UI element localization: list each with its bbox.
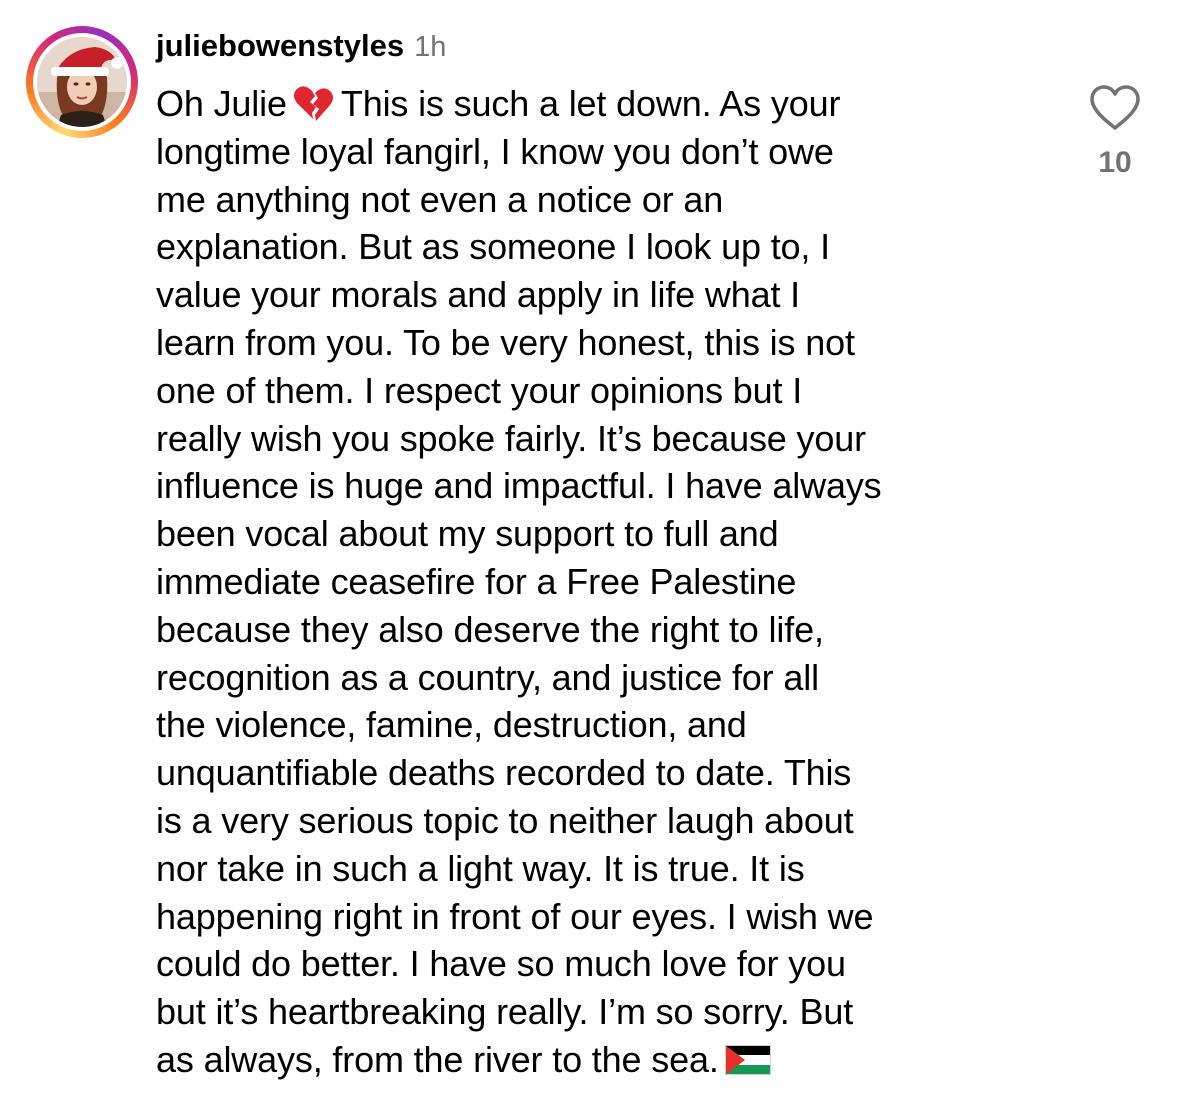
palestine-flag-emoji (724, 1039, 771, 1087)
comment-line: influence is huge and impactful. I have … (156, 465, 882, 507)
comment-line: but it’s heartbreaking really. I’m so so… (156, 991, 854, 1033)
comment: juliebowenstyles 1h Oh Julie This is such… (0, 0, 1200, 1110)
comment-header: juliebowenstyles 1h (156, 28, 446, 70)
heart-outline-icon[interactable] (1088, 84, 1142, 132)
comment-line: could do better. I have so much love for… (156, 943, 846, 985)
comment-line: longtime loyal fangirl, I know you don’t… (156, 130, 834, 172)
comment-line: Oh Julie This is such a let down. As your (156, 80, 1046, 128)
comment-line: really wish you spoke fairly. It’s becau… (156, 417, 866, 459)
comment-line: immediate ceasefire for a Free Palestine (156, 560, 797, 602)
username-link[interactable]: juliebowenstyles (156, 28, 404, 64)
like-count: 10 (1098, 146, 1132, 179)
comment-line: been vocal about my support to full and (156, 513, 779, 555)
comment-line: value your morals and apply in life what… (156, 274, 801, 316)
comment-line: learn from you. To be very honest, this … (156, 321, 855, 363)
comment-text: Oh Julie This is such a let down. As your… (156, 80, 1046, 1084)
comment-line: because they also deserve the right to l… (156, 608, 824, 650)
comment-line: me anything not even a notice or an (156, 178, 724, 220)
timestamp: 1h (414, 31, 447, 63)
avatar-story-ring[interactable] (26, 26, 138, 138)
comment-line: happening right in front of our eyes. I … (156, 895, 874, 937)
comment-line: the violence, famine, destruction, and (156, 704, 747, 746)
comment-line: unquantifiable deaths recorded to date. … (156, 752, 852, 794)
comment-line: nor take in such a light way. It is true… (156, 847, 805, 889)
like-area: 10 (1085, 84, 1145, 180)
profile-photo-icon (37, 37, 127, 127)
avatar[interactable] (37, 37, 127, 127)
comment-line: one of them. I respect your opinions but… (156, 369, 803, 411)
broken-heart-emoji (293, 85, 333, 133)
comment-line: recognition as a country, and justice fo… (156, 656, 819, 698)
comment-line: as always, from the river to the sea. (156, 1036, 1046, 1084)
comment-line: is a very serious topic to neither laugh… (156, 799, 854, 841)
comment-line: explanation. But as someone I look up to… (156, 226, 830, 268)
